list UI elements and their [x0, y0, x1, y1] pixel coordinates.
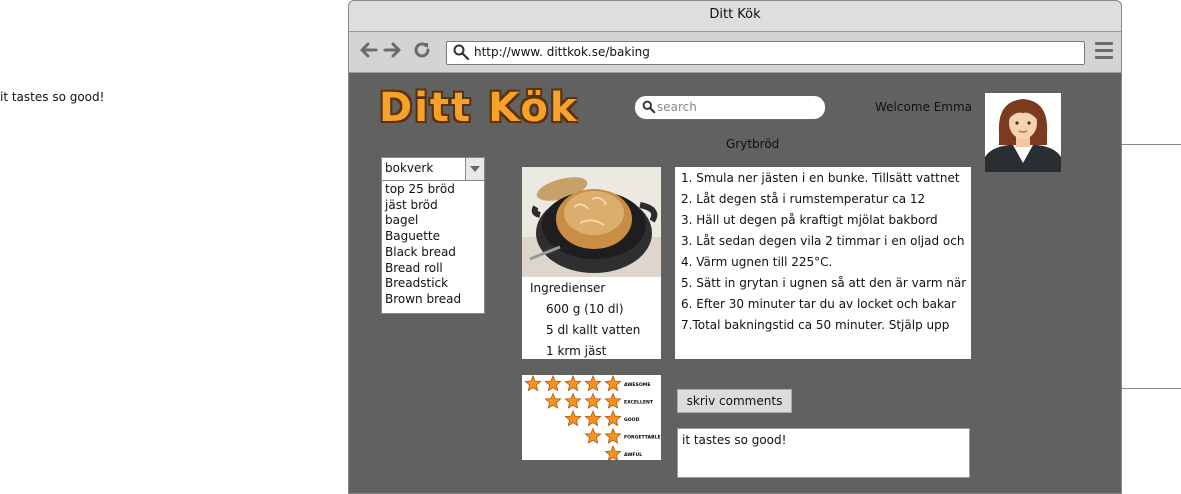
star-icon[interactable] [604, 444, 622, 462]
star-icon[interactable] [544, 374, 562, 392]
user-avatar[interactable] [985, 93, 1061, 172]
menu-icon[interactable] [1095, 42, 1113, 60]
star-icon[interactable] [544, 392, 562, 409]
instruction-step: 6. Efter 30 minuter tar du av locket och… [681, 297, 957, 311]
instruction-step: 7.Total bakningstid ca 50 minuter. Stjäl… [681, 318, 950, 332]
address-url: http://www. dittkok.se/baking [474, 45, 650, 59]
category-select[interactable]: bokverk [382, 158, 484, 181]
category-item[interactable]: Breadstick [385, 276, 461, 292]
browser-window: Ditt Kök http://www. dittkok.se/baking D… [348, 0, 1122, 494]
star-icon[interactable] [584, 392, 602, 409]
bread-photo [522, 167, 661, 277]
instruction-step: 2. Låt degen stå i rumstemperatur ca 12 [681, 192, 926, 206]
category-list: top 25 bröd jäst bröd bagel Baguette Bla… [385, 182, 461, 308]
category-item[interactable]: top 25 bröd [385, 182, 461, 198]
category-item[interactable]: jäst bröd [385, 198, 461, 214]
star-icon[interactable] [564, 392, 582, 409]
category-dropdown[interactable]: bokverk top 25 bröd jäst bröd bagel Bagu… [381, 157, 485, 314]
category-item[interactable]: Brown bread [385, 292, 461, 308]
comment-text: it tastes so good! [682, 433, 787, 447]
ingredient-row: 1 krm jäst [546, 344, 607, 358]
instruction-step: 4. Värm ugnen till 225°C. [681, 255, 833, 269]
ingredients-heading: Ingredienser [530, 281, 606, 295]
star-rating[interactable]: AWESOME EXCELLENT GOOD FORGETTABLE AWFUL [522, 374, 661, 462]
back-icon[interactable] [357, 40, 379, 62]
rating-label: AWESOME [624, 382, 650, 388]
category-item[interactable]: Baguette [385, 229, 461, 245]
side-note: it tastes so good! [0, 90, 105, 104]
address-bar[interactable]: http://www. dittkok.se/baking [446, 41, 1085, 65]
rating-label: EXCELLENT [624, 400, 654, 406]
star-icon[interactable] [564, 409, 582, 427]
star-icon[interactable] [604, 374, 622, 392]
write-comment-button[interactable]: skriv comments [677, 389, 792, 413]
category-item[interactable]: bagel [385, 213, 461, 229]
instruction-step: 1. Smula ner jästen i en bunke. Tillsätt… [681, 171, 960, 185]
window-title: Ditt Kök [349, 1, 1121, 32]
search-input[interactable]: search [634, 95, 826, 120]
rating-label: FORGETTABLE [624, 435, 661, 441]
site-logo[interactable]: Ditt Kök [379, 85, 578, 131]
star-icon[interactable] [564, 374, 582, 392]
ingredient-row: 600 g (10 dl) [546, 302, 624, 316]
ingredient-row: 5 dl kallt vatten [546, 323, 641, 337]
category-selected: bokverk [385, 161, 434, 175]
search-icon [453, 44, 469, 60]
instruction-step: 3. Låt sedan degen vila 2 timmar i en ol… [681, 234, 965, 248]
star-icon[interactable] [604, 409, 622, 427]
star-icon[interactable] [604, 392, 622, 409]
search-icon [642, 100, 656, 114]
reload-icon[interactable] [411, 40, 433, 62]
comment-field[interactable]: it tastes so good! [677, 428, 970, 478]
rating-label: GOOD [624, 417, 640, 423]
star-icon[interactable] [604, 427, 622, 444]
star-icon[interactable] [584, 374, 602, 392]
instruction-step: 3. Häll ut degen på kraftigt mjölat bakb… [681, 213, 938, 227]
recipe-title: Grytbröd [726, 137, 780, 151]
rating-label: AWFUL [624, 452, 642, 458]
category-item[interactable]: Black bread [385, 245, 461, 261]
ingredients-panel: Ingredienser 600 g (10 dl) 5 dl kallt va… [522, 277, 661, 359]
page-content: Ditt Kök search Welcome Emma Grytbröd bo… [349, 73, 1121, 493]
category-item[interactable]: Bread roll [385, 261, 461, 277]
instructions-panel: 1. Smula ner jästen i en bunke. Tillsätt… [675, 167, 971, 359]
star-icon[interactable] [584, 427, 602, 444]
star-icon[interactable] [524, 374, 542, 392]
forward-icon[interactable] [382, 40, 404, 62]
search-placeholder: search [657, 100, 697, 114]
star-icon[interactable] [584, 409, 602, 427]
chevron-down-icon[interactable] [465, 158, 484, 180]
instruction-step: 5. Sätt in grytan i ugnen så att den är … [681, 276, 967, 290]
welcome-text: Welcome Emma [875, 100, 973, 114]
browser-toolbar: http://www. dittkok.se/baking [349, 32, 1121, 73]
